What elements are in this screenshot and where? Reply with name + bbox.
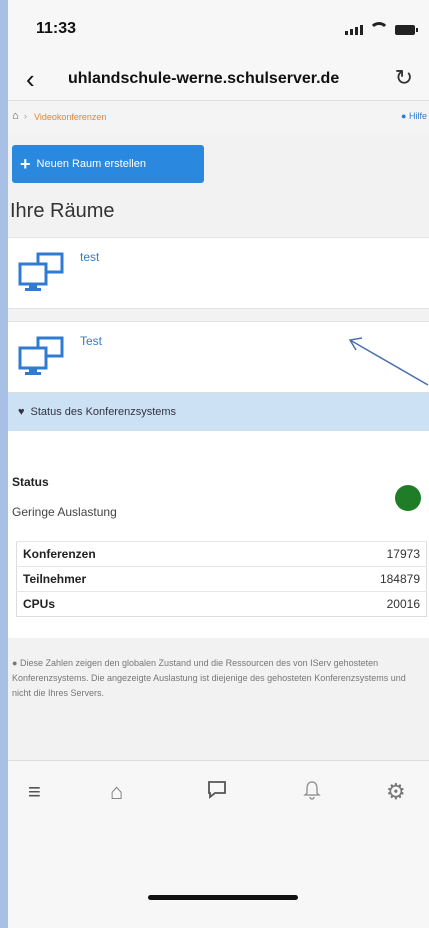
clock: 11:33: [36, 20, 77, 37]
room-name[interactable]: test: [80, 250, 99, 264]
browser-address-bar: ‹ uhlandschule-werne.schulserver.de ↻: [8, 60, 429, 101]
breadcrumb: ⌂ › Videokonferenzen ● Hilfe: [8, 101, 429, 133]
heartbeat-icon: ♥: [18, 406, 25, 418]
video-conference-icon: [18, 252, 64, 291]
rooms-heading: Ihre Räume: [10, 200, 115, 222]
chat-icon[interactable]: [206, 779, 228, 807]
home-icon[interactable]: ⌂: [110, 779, 123, 805]
room-card[interactable]: test: [8, 237, 429, 309]
stat-value: 184879: [270, 566, 427, 592]
ios-status-bar: 11:33: [8, 0, 429, 60]
table-row: CPUs 20016: [16, 591, 427, 617]
url-field[interactable]: uhlandschule-werne.schulserver.de: [68, 70, 339, 88]
battery-icon: [395, 25, 418, 35]
annotation-arrow: [348, 337, 429, 386]
bell-icon[interactable]: [302, 779, 322, 807]
help-icon: ●: [401, 111, 407, 121]
system-icons: [345, 22, 418, 35]
stat-value: 20016: [270, 591, 427, 617]
info-note: ● Diese Zahlen zeigen den globalen Zusta…: [12, 656, 426, 701]
video-conference-icon: [18, 336, 64, 375]
breadcrumb-separator: ›: [24, 111, 27, 121]
bottom-tab-bar: ≡ ⌂ ⚙: [8, 760, 429, 928]
stat-label: CPUs: [16, 591, 271, 617]
reload-icon[interactable]: ↻: [395, 65, 413, 91]
status-title: Status des Konferenzsystems: [30, 406, 177, 418]
plus-icon: +: [20, 153, 31, 174]
back-icon[interactable]: ‹: [26, 64, 35, 95]
table-row: Teilnehmer 184879: [16, 566, 427, 592]
stat-label: Teilnehmer: [16, 566, 271, 592]
new-room-label: Neuen Raum erstellen: [36, 158, 146, 170]
menu-icon[interactable]: ≡: [28, 779, 41, 805]
status-header: ♥ Status des Konferenzsystems: [8, 393, 429, 431]
info-icon: ●: [12, 658, 18, 668]
status-indicator: [395, 485, 421, 511]
info-note-text: Diese Zahlen zeigen den globalen Zustand…: [12, 658, 406, 698]
signal-icon: [345, 25, 363, 35]
room-name[interactable]: Test: [80, 334, 102, 348]
home-indicator: [148, 895, 298, 900]
conference-status-panel: ♥ Status des Konferenzsystems Status Ger…: [8, 392, 429, 638]
table-row: Konferenzen 17973: [16, 541, 427, 567]
breadcrumb-videokonferenzen[interactable]: Videokonferenzen: [34, 112, 106, 122]
status-label: Status: [12, 475, 49, 489]
gear-icon[interactable]: ⚙: [386, 779, 406, 805]
new-room-button[interactable]: + Neuen Raum erstellen: [12, 145, 204, 183]
app-frame: 11:33 ‹ uhlandschule-werne.schulserver.d…: [8, 0, 429, 928]
wifi-icon: [369, 22, 389, 35]
help-link[interactable]: ● Hilfe: [401, 111, 427, 121]
home-icon[interactable]: ⌂: [12, 110, 19, 122]
status-value: Geringe Auslastung: [12, 505, 117, 519]
stat-label: Konferenzen: [16, 541, 271, 567]
stat-value: 17973: [270, 541, 427, 567]
stats-table: Konferenzen 17973 Teilnehmer 184879 CPUs…: [16, 541, 427, 617]
